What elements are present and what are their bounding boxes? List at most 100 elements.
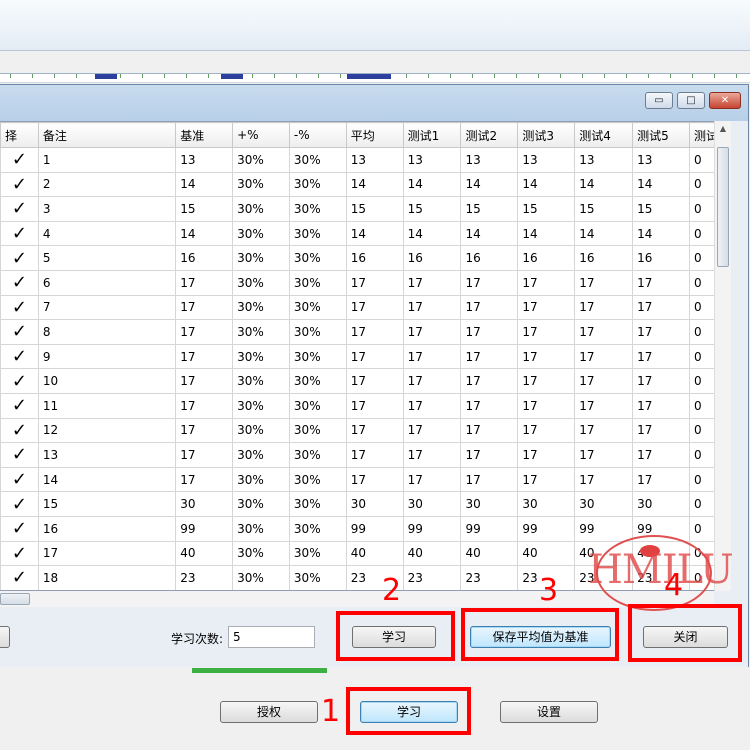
table-cell[interactable]: 3 xyxy=(37,196,177,222)
learn-count-input[interactable]: 5 xyxy=(228,626,315,648)
vertical-scroll-thumb[interactable] xyxy=(717,147,729,267)
table-cell[interactable]: 17 xyxy=(345,319,404,345)
table-cell[interactable]: 4 xyxy=(37,220,177,247)
table-cell[interactable]: 30% xyxy=(232,442,290,468)
table-cell[interactable]: 17 xyxy=(402,343,462,370)
table-cell[interactable]: 14 xyxy=(460,220,519,247)
table-cell[interactable]: 10 xyxy=(37,368,177,394)
settings-button[interactable]: 设置 xyxy=(500,701,598,723)
table-cell[interactable]: 13 xyxy=(175,147,234,173)
table-cell[interactable]: 17 xyxy=(402,466,462,493)
table-cell[interactable]: 14 xyxy=(345,171,404,198)
table-cell[interactable]: 40 xyxy=(517,540,576,567)
table-cell[interactable]: 14 xyxy=(632,220,690,247)
row-select-checkmark-icon[interactable]: ✓ xyxy=(0,392,39,419)
table-cell[interactable]: 17 xyxy=(402,392,462,419)
table-cell[interactable]: 17 xyxy=(345,392,404,419)
table-cell[interactable]: 15 xyxy=(517,196,576,222)
table-row[interactable]: ✓ 4 14 30% 30% 14 14 14 14 14 14 0 xyxy=(0,220,730,247)
table-cell[interactable]: 23 xyxy=(460,565,519,590)
table-cell[interactable]: 30% xyxy=(232,245,290,271)
table-cell[interactable]: 14 xyxy=(402,171,462,198)
table-cell[interactable]: 17 xyxy=(632,392,690,419)
table-cell[interactable]: 14 xyxy=(345,220,404,247)
table-cell[interactable]: 17 xyxy=(175,392,234,419)
table-cell[interactable]: 30% xyxy=(288,392,347,419)
table-cell[interactable]: 14 xyxy=(402,220,462,247)
table-cell[interactable]: 30% xyxy=(288,220,347,247)
table-cell[interactable]: 30% xyxy=(288,171,347,198)
column-header[interactable]: 备注 xyxy=(37,122,177,148)
table-cell[interactable]: 17 xyxy=(402,269,462,296)
table-cell[interactable]: 16 xyxy=(632,245,690,271)
table-cell[interactable]: 30 xyxy=(345,491,404,517)
table-cell[interactable]: 17 xyxy=(574,269,634,296)
row-select-checkmark-icon[interactable]: ✓ xyxy=(0,269,39,296)
table-cell[interactable]: 15 xyxy=(402,196,462,222)
table-cell[interactable]: 99 xyxy=(345,515,404,542)
column-header[interactable]: -% xyxy=(288,122,347,148)
table-cell[interactable]: 30 xyxy=(574,491,634,517)
table-cell[interactable]: 14 xyxy=(175,171,234,198)
table-cell[interactable]: 16 xyxy=(345,245,404,271)
table-cell[interactable]: 17 xyxy=(460,343,519,370)
table-cell[interactable]: 1 xyxy=(37,147,177,173)
table-cell[interactable]: 16 xyxy=(517,245,576,271)
table-cell[interactable]: 17 xyxy=(402,368,462,394)
table-cell[interactable]: 30% xyxy=(232,392,290,419)
table-cell[interactable]: 15 xyxy=(37,491,177,517)
table-cell[interactable]: 14 xyxy=(175,220,234,247)
table-cell[interactable]: 17 xyxy=(345,368,404,394)
table-cell[interactable]: 30% xyxy=(232,294,290,321)
table-cell[interactable]: 17 xyxy=(574,294,634,321)
table-cell[interactable]: 30 xyxy=(632,491,690,517)
table-cell[interactable]: 11 xyxy=(37,392,177,419)
table-cell[interactable]: 17 xyxy=(175,417,234,444)
table-cell[interactable]: 17 xyxy=(175,442,234,468)
table-cell[interactable]: 30 xyxy=(460,491,519,517)
table-cell[interactable]: 30% xyxy=(232,565,290,590)
table-cell[interactable]: 17 xyxy=(37,540,177,567)
table-cell[interactable]: 8 xyxy=(37,319,177,345)
column-header[interactable]: 测试2 xyxy=(460,122,519,148)
table-cell[interactable]: 13 xyxy=(402,147,462,173)
table-cell[interactable]: 13 xyxy=(345,147,404,173)
table-cell[interactable]: 30% xyxy=(288,491,347,517)
table-cell[interactable]: 17 xyxy=(517,368,576,394)
table-cell[interactable]: 17 xyxy=(175,319,234,345)
table-cell[interactable]: 14 xyxy=(517,171,576,198)
row-select-checkmark-icon[interactable]: ✓ xyxy=(0,171,39,198)
table-cell[interactable]: 6 xyxy=(37,269,177,296)
table-cell[interactable]: 17 xyxy=(460,466,519,493)
row-select-checkmark-icon[interactable]: ✓ xyxy=(0,196,39,222)
table-cell[interactable]: 17 xyxy=(345,269,404,296)
table-cell[interactable]: 30% xyxy=(288,319,347,345)
table-cell[interactable]: 16 xyxy=(175,245,234,271)
table-cell[interactable]: 30% xyxy=(232,368,290,394)
table-cell[interactable]: 30% xyxy=(288,343,347,370)
table-cell[interactable]: 99 xyxy=(460,515,519,542)
table-cell[interactable]: 17 xyxy=(574,392,634,419)
table-cell[interactable]: 17 xyxy=(175,343,234,370)
table-row[interactable]: ✓ 14 17 30% 30% 17 17 17 17 17 17 0 xyxy=(0,466,730,493)
table-row[interactable]: ✓ 1 13 30% 30% 13 13 13 13 13 13 0 xyxy=(0,147,730,173)
row-select-checkmark-icon[interactable]: ✓ xyxy=(0,343,39,370)
table-row[interactable]: ✓ 3 15 30% 30% 15 15 15 15 15 15 0 xyxy=(0,196,730,222)
row-select-checkmark-icon[interactable]: ✓ xyxy=(0,245,39,271)
table-cell[interactable]: 17 xyxy=(632,294,690,321)
table-cell[interactable]: 5 xyxy=(37,245,177,271)
row-select-checkmark-icon[interactable]: ✓ xyxy=(0,368,39,394)
table-cell[interactable]: 17 xyxy=(345,466,404,493)
table-cell[interactable]: 30% xyxy=(232,515,290,542)
table-row[interactable]: ✓ 8 17 30% 30% 17 17 17 17 17 17 0 xyxy=(0,319,730,345)
minimize-button[interactable]: ▭ xyxy=(645,92,673,109)
partial-left-button[interactable] xyxy=(0,626,10,648)
column-header[interactable]: 基准 xyxy=(175,122,234,148)
column-header[interactable]: 平均 xyxy=(345,122,404,148)
authorize-button[interactable]: 授权 xyxy=(220,701,318,723)
table-row[interactable]: ✓ 10 17 30% 30% 17 17 17 17 17 17 0 xyxy=(0,368,730,394)
row-select-checkmark-icon[interactable]: ✓ xyxy=(0,515,39,542)
table-cell[interactable]: 30% xyxy=(232,343,290,370)
table-cell[interactable]: 17 xyxy=(460,269,519,296)
table-cell[interactable]: 17 xyxy=(517,269,576,296)
